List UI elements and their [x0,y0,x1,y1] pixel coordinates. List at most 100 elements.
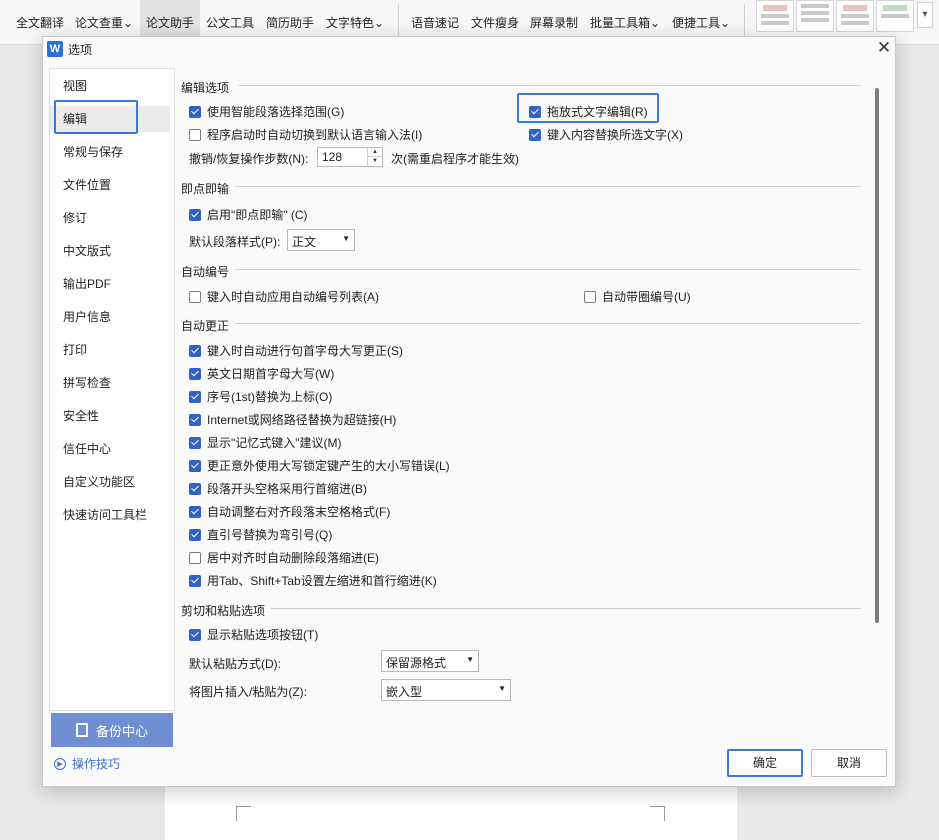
template-thumbnail[interactable] [836,0,874,32]
chevron-down-icon: ⌄ [649,16,661,30]
checkbox-leading-space-indent[interactable]: 段落开头空格采用行首缩进(B) [189,480,367,497]
checkbox-label: 直引号替换为弯引号(Q) [207,528,333,542]
chevron-down-icon: ⌄ [373,16,385,30]
stepper-down-icon[interactable]: ▼ [368,157,382,166]
image-paste-select[interactable]: 嵌入型 ▼ [381,679,511,701]
section-divider [271,608,861,609]
checkbox-right-align-trailing-space[interactable]: 自动调整右对齐段落末空格格式(F) [189,503,390,520]
default-paragraph-style-select[interactable]: 正文 ▼ [287,229,355,251]
checkbox-box [189,390,201,403]
section-title-cut-paste: 剪切和粘贴选项 [181,604,266,618]
section-divider [235,323,861,324]
dropdown-arrow-icon: ▼ [342,234,350,243]
stepper-buttons: ▲ ▼ [367,148,382,166]
undo-steps-stepper[interactable]: 128 ▲ ▼ [317,147,383,167]
checkbox-box [189,344,201,357]
checkbox-smart-quotes[interactable]: 直引号替换为弯引号(Q) [189,526,332,543]
checkbox-label: 段落开头空格采用行首缩进(B) [207,482,367,496]
options-nav: 视图 编辑 常规与保存 文件位置 修订 中文版式 输出PDF 用户信息 打印 拼… [49,68,175,711]
select-value: 正文 [292,235,317,249]
ribbon-label-text: 批量工具箱 [589,16,650,30]
template-thumbnail[interactable] [756,0,794,32]
checkbox-ordinal-superscript[interactable]: 序号(1st)替换为上标(O) [189,388,332,405]
ribbon-voice-notes[interactable]: 语音速记 [406,0,464,40]
checkbox-auto-numbered-list[interactable]: 键入时自动应用自动编号列表(A) [189,288,379,305]
ok-button[interactable]: 确定 [727,749,803,777]
checkbox-auto-circled-number[interactable]: 自动带圈编号(U) [584,288,691,305]
operation-tips-link[interactable]: ▶ 操作技巧 [54,755,120,772]
ribbon-official-doc-tools[interactable]: 公文工具 [202,0,258,40]
checkbox-capitalize-dates[interactable]: 英文日期首字母大写(W) [189,365,334,382]
checkbox-label: 显示"记忆式键入"建议(M) [207,436,342,450]
nav-item-revision[interactable]: 修订 [50,205,170,231]
checkbox-label: 使用智能段落选择范围(G) [207,105,345,119]
nav-item-trust-center[interactable]: 信任中心 [50,436,170,462]
select-value: 保留源格式 [386,656,447,670]
checkbox-box [189,208,201,221]
image-paste-label: 将图片插入/粘贴为(Z): [189,685,307,699]
nav-item-general-save[interactable]: 常规与保存 [50,139,170,165]
checkbox-box [189,459,201,472]
ribbon-full-translate[interactable]: 全文翻译 [10,0,70,40]
nav-item-chinese-layout[interactable]: 中文版式 [50,238,170,264]
checkbox-box [529,105,541,118]
dropdown-arrow-icon: ▼ [498,684,506,693]
checkbox-label: Internet或网络路径替换为超链接(H) [207,413,397,427]
checkbox-auto-switch-ime[interactable]: 程序启动时自动切换到默认语言输入法(I) [189,126,422,143]
default-paste-select[interactable]: 保留源格式 ▼ [381,650,479,672]
templates-more-button[interactable]: ▾ [917,2,933,28]
backup-icon [75,723,88,737]
play-circle-icon: ▶ [54,757,66,770]
crop-mark [650,806,665,821]
nav-item-security[interactable]: 安全性 [50,403,170,429]
ribbon-resume-assistant[interactable]: 简历助手 [262,0,318,40]
checkbox-capitalize-first-letter[interactable]: 键入时自动进行句首字母大写更正(S) [189,342,403,359]
template-thumbnail[interactable] [796,0,834,32]
checkbox-label: 拖放式文字编辑(R) [547,105,648,119]
nav-item-user-info[interactable]: 用户信息 [50,304,170,330]
ribbon-batch-toolbox[interactable]: 批量工具箱⌄ [586,0,664,40]
close-icon[interactable]: ✕ [875,39,893,57]
checkbox-enable-click-and-type[interactable]: 启用"即点即输" (C) [189,206,308,223]
template-thumbnail[interactable] [876,0,914,32]
checkbox-autocomplete-suggestions[interactable]: 显示"记忆式键入"建议(M) [189,434,342,451]
nav-item-customize-ribbon[interactable]: 自定义功能区 [50,469,170,495]
checkbox-smart-paragraph[interactable]: 使用智能段落选择范围(G) [189,103,344,120]
checkbox-box [189,505,201,518]
ribbon-separator [744,4,745,38]
nav-focus-highlight [54,100,138,134]
cancel-button[interactable]: 取消 [811,749,887,777]
checkbox-box [189,574,201,587]
content-scrollbar[interactable] [875,88,879,623]
select-value: 嵌入型 [386,685,423,699]
nav-item-view[interactable]: 视图 [50,73,170,99]
undo-steps-value: 128 [322,150,343,164]
backup-center-button[interactable]: 备份中心 [51,713,173,747]
tips-label: 操作技巧 [72,757,121,771]
ribbon-thesis-check[interactable]: 论文查重⌄ [72,0,136,40]
nav-item-print[interactable]: 打印 [50,337,170,363]
ribbon-file-slim[interactable]: 文件瘦身 [468,0,522,40]
checkbox-caps-lock-correction[interactable]: 更正意外使用大写锁定键产生的大小写错误(L) [189,457,450,474]
checkbox-box [189,105,201,118]
checkbox-box [529,128,541,141]
checkbox-typing-replaces-selection[interactable]: 键入内容替换所选文字(X) [529,126,683,143]
ribbon-quick-tools[interactable]: 便捷工具⌄ [668,0,734,40]
nav-item-file-location[interactable]: 文件位置 [50,172,170,198]
backup-center-label: 备份中心 [95,723,148,739]
ribbon-screen-record[interactable]: 屏幕录制 [527,0,581,40]
checkbox-url-hyperlink[interactable]: Internet或网络路径替换为超链接(H) [189,411,396,428]
checkbox-show-paste-options[interactable]: 显示粘贴选项按钮(T) [189,626,318,643]
checkbox-center-remove-indent[interactable]: 居中对齐时自动删除段落缩进(E) [189,549,379,566]
nav-item-export-pdf[interactable]: 输出PDF [50,271,170,297]
checkbox-box [189,128,201,141]
checkbox-tab-indent[interactable]: 用Tab、Shift+Tab设置左缩进和首行缩进(K) [189,572,437,589]
ribbon-text-features[interactable]: 文字特色⌄ [322,0,388,40]
stepper-up-icon[interactable]: ▲ [368,148,382,157]
crop-mark [236,806,251,821]
nav-item-quick-access-toolbar[interactable]: 快速访问工具栏 [50,502,170,528]
ribbon-thesis-assistant[interactable]: 论文助手 [140,0,200,40]
checkbox-drag-drop-edit[interactable]: 拖放式文字编辑(R) [529,103,648,120]
ribbon-label-text: 论文查重 [74,16,123,30]
nav-item-spelling[interactable]: 拼写检查 [50,370,170,396]
